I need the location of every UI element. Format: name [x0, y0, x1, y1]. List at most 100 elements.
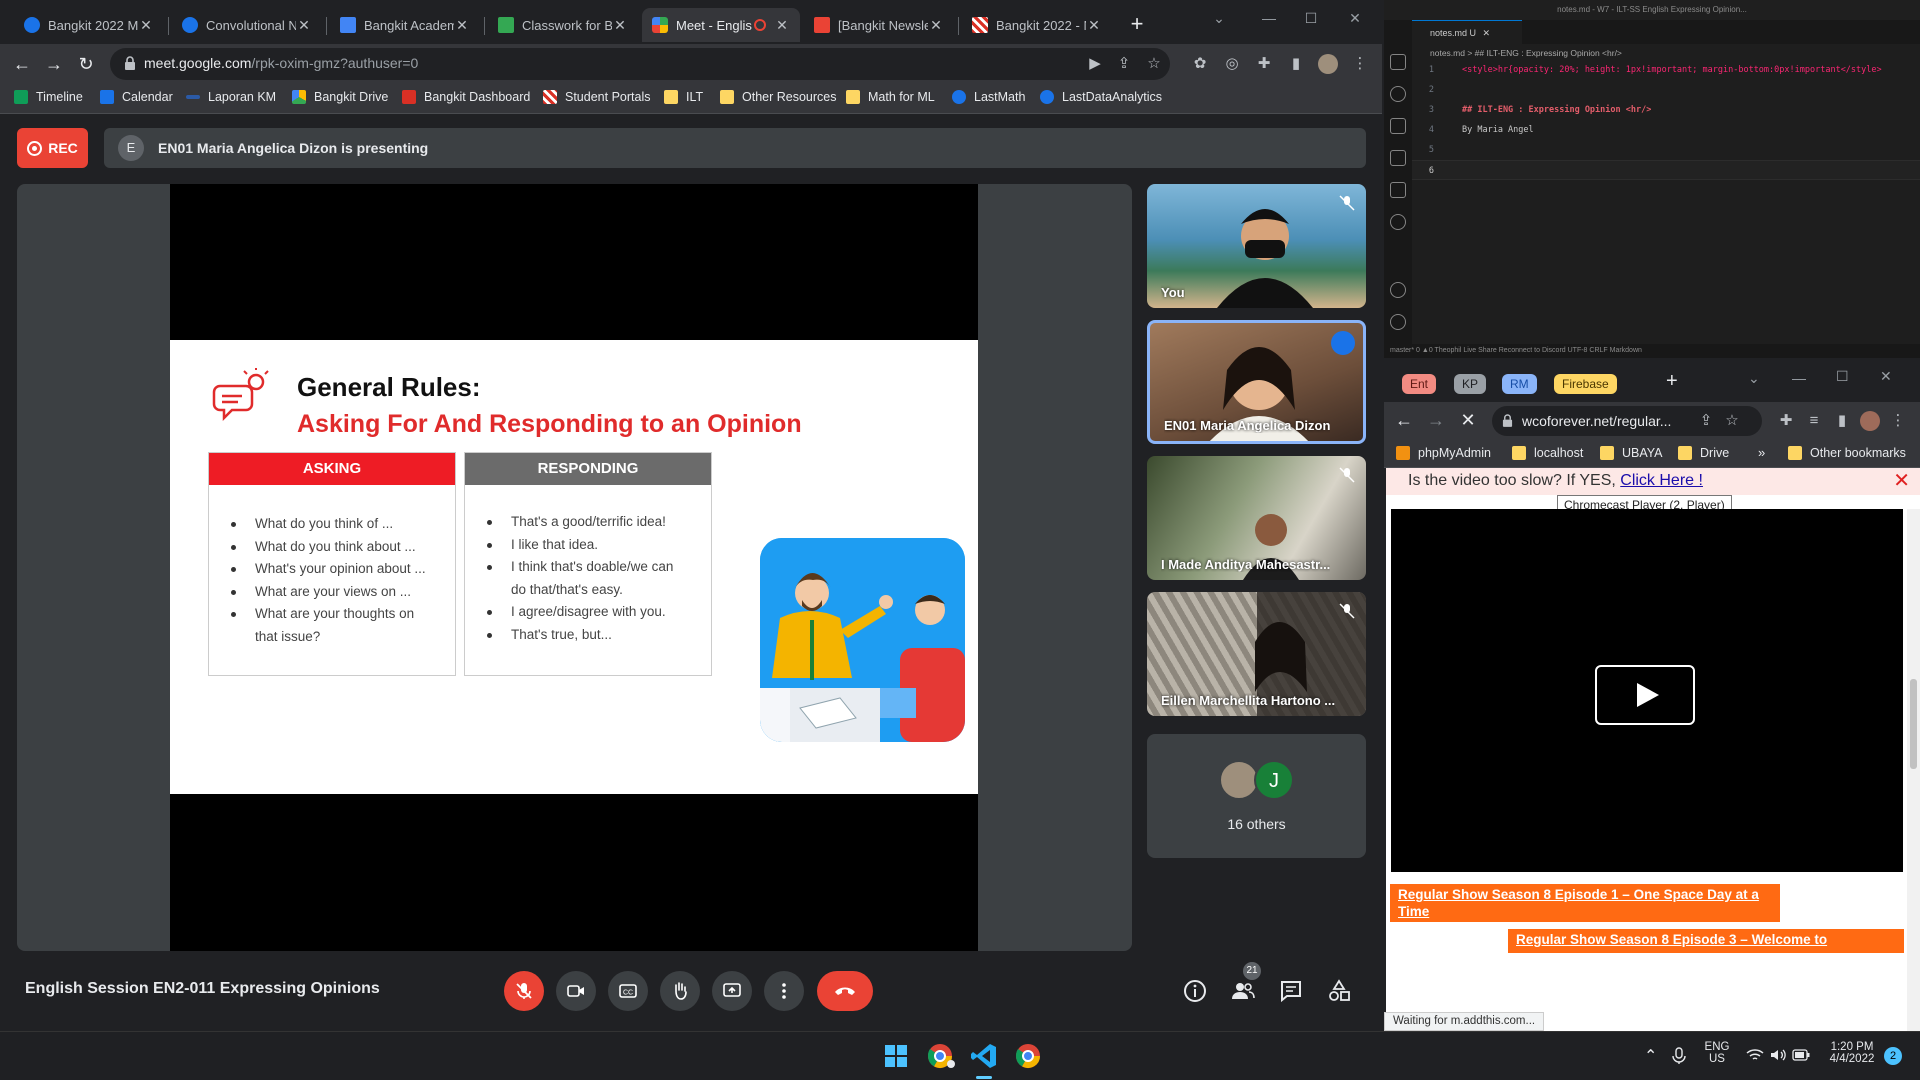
- maximize-button[interactable]: ☐: [1296, 6, 1326, 30]
- search-icon[interactable]: [1390, 86, 1406, 102]
- bookmark-star-icon[interactable]: ☆: [1144, 54, 1164, 74]
- bookmark-star-icon[interactable]: ☆: [1722, 411, 1742, 431]
- bookmark-item[interactable]: Timeline: [14, 90, 83, 104]
- bookmark-folder[interactable]: Other bookmarks: [1788, 446, 1906, 460]
- bookmark-item[interactable]: Student Portals: [543, 90, 650, 104]
- close-window-button[interactable]: ✕: [1340, 6, 1370, 30]
- camera-toggle-button[interactable]: [556, 971, 596, 1011]
- browser-tab-active[interactable]: Meet - Englis ✕: [642, 8, 800, 42]
- bookmark-folder[interactable]: localhost: [1512, 446, 1583, 460]
- tab-search-icon[interactable]: ⌄: [1204, 6, 1234, 30]
- profile-avatar[interactable]: [1318, 54, 1338, 74]
- forward-button[interactable]: →: [42, 52, 66, 76]
- participant-tile-speaking[interactable]: EN01 Maria Angelica Dizon: [1147, 320, 1366, 444]
- page-scrollbar[interactable]: [1907, 509, 1920, 1031]
- bookmark-item[interactable]: LastMath: [952, 90, 1025, 104]
- vscode-icon[interactable]: [968, 1040, 1000, 1072]
- activities-icon[interactable]: [1326, 978, 1352, 1004]
- captions-button[interactable]: CC: [608, 971, 648, 1011]
- end-call-button[interactable]: [817, 971, 873, 1011]
- back-button[interactable]: ←: [1392, 408, 1416, 432]
- bookmark-folder[interactable]: Math for ML: [846, 90, 935, 104]
- tab-group-chip[interactable]: KP: [1454, 374, 1487, 394]
- close-tab-icon[interactable]: ✕: [138, 17, 154, 34]
- bookmark-folder[interactable]: Drive: [1678, 446, 1729, 460]
- minimize-button[interactable]: —: [1254, 6, 1284, 30]
- side-panel-icon[interactable]: ▮: [1286, 54, 1306, 74]
- tab-group-chip[interactable]: Ent: [1402, 374, 1437, 394]
- code-line[interactable]: 4 By Maria Angel: [1412, 120, 1920, 140]
- forward-button[interactable]: →: [1424, 408, 1448, 432]
- minimize-button[interactable]: —: [1792, 370, 1806, 386]
- chrome-icon[interactable]: [924, 1040, 956, 1072]
- code-line[interactable]: 2: [1412, 80, 1920, 100]
- address-bar[interactable]: meet.google.com/rpk-oxim-gmz?authuser=0 …: [110, 48, 1170, 80]
- raise-hand-button[interactable]: [660, 971, 700, 1011]
- people-icon[interactable]: [1230, 978, 1256, 1004]
- side-panel-icon[interactable]: ▮: [1832, 411, 1852, 431]
- extension-icon[interactable]: ◎: [1222, 54, 1242, 74]
- settings-gear-icon[interactable]: [1390, 314, 1406, 330]
- share-icon[interactable]: ⇪: [1696, 411, 1716, 431]
- media-control-icon[interactable]: ≡: [1804, 411, 1824, 431]
- account-icon[interactable]: [1390, 282, 1406, 298]
- code-line[interactable]: 3 ## ILT-ENG : Expressing Opinion <hr/>: [1412, 100, 1920, 120]
- close-tab-icon[interactable]: ✕: [774, 17, 790, 34]
- scrollbar-thumb[interactable]: [1910, 679, 1917, 769]
- present-screen-button[interactable]: [712, 971, 752, 1011]
- tab-group-chip[interactable]: RM: [1502, 374, 1537, 394]
- windows-start-icon[interactable]: [880, 1040, 912, 1072]
- video-player[interactable]: [1391, 509, 1903, 872]
- extensions-puzzle-icon[interactable]: ✚: [1776, 411, 1796, 431]
- bookmark-folder[interactable]: Other Resources: [720, 90, 836, 104]
- browser-tab[interactable]: Bangkit Academy ✕: [330, 8, 480, 42]
- extensions-puzzle-icon[interactable]: ✚: [1254, 54, 1274, 74]
- wifi-icon[interactable]: [1746, 1048, 1764, 1062]
- bookmark-item[interactable]: phpMyAdmin: [1396, 446, 1491, 460]
- browser-tab[interactable]: Classwork for Ba ✕: [488, 8, 638, 42]
- reload-button[interactable]: ↻: [74, 52, 98, 76]
- battery-icon[interactable]: [1792, 1049, 1810, 1061]
- editor-tab[interactable]: notes.md U ✕: [1412, 20, 1522, 44]
- new-tab-button[interactable]: +: [1666, 370, 1678, 393]
- language-indicator[interactable]: ENG US: [1702, 1041, 1732, 1065]
- camera-icon[interactable]: ▶: [1085, 54, 1105, 74]
- participant-tile[interactable]: You: [1147, 184, 1366, 308]
- close-tab-icon[interactable]: ✕: [928, 17, 944, 34]
- browser-tab[interactable]: Convolutional Ne ✕: [172, 8, 322, 42]
- play-button[interactable]: [1595, 665, 1695, 725]
- close-tab-icon[interactable]: ✕: [1086, 17, 1102, 34]
- maximize-button[interactable]: ☐: [1836, 368, 1849, 385]
- code-line-current[interactable]: 6: [1412, 160, 1920, 180]
- browser-tab[interactable]: Bangkit 2022 Ma ✕: [14, 8, 164, 42]
- menu-kebab-icon[interactable]: ⋮: [1350, 54, 1370, 74]
- share-icon[interactable]: ⇪: [1114, 54, 1134, 74]
- close-tab-icon[interactable]: ✕: [296, 17, 312, 34]
- code-line[interactable]: 5: [1412, 140, 1920, 160]
- stop-loading-button[interactable]: ✕: [1456, 408, 1480, 432]
- tab-group-chip[interactable]: Firebase: [1554, 374, 1617, 394]
- others-tile[interactable]: J 16 others: [1147, 734, 1366, 858]
- meeting-details-icon[interactable]: [1182, 978, 1208, 1004]
- participant-tile[interactable]: Eillen Marchellita Hartono ...: [1147, 592, 1366, 716]
- chrome-icon[interactable]: [1012, 1040, 1044, 1072]
- vscode-status-bar[interactable]: master* 0 ▲0 Theophil Live Share Reconne…: [1384, 344, 1920, 358]
- live-share-icon[interactable]: [1390, 214, 1406, 230]
- more-bookmarks-icon[interactable]: »: [1758, 445, 1765, 460]
- back-button[interactable]: ←: [10, 52, 34, 76]
- participant-tile[interactable]: I Made Anditya Mahesastr...: [1147, 456, 1366, 580]
- source-control-icon[interactable]: [1390, 118, 1406, 134]
- profile-avatar[interactable]: [1860, 411, 1880, 431]
- microphone-icon[interactable]: [1672, 1047, 1686, 1065]
- chat-icon[interactable]: [1278, 978, 1304, 1004]
- mic-toggle-button[interactable]: [504, 971, 544, 1011]
- browser-tab[interactable]: [Bangkit Newslett ✕: [804, 8, 954, 42]
- bookmark-item[interactable]: LastDataAnalytics: [1040, 90, 1162, 104]
- bookmark-item[interactable]: Bangkit Dashboard: [402, 90, 530, 104]
- close-notice-icon[interactable]: ✕: [1893, 468, 1910, 494]
- episode-link[interactable]: Regular Show Season 8 Episode 3 – Welcom…: [1508, 929, 1904, 953]
- extensions-icon[interactable]: [1390, 182, 1406, 198]
- bookmark-item[interactable]: Laporan KM: [186, 90, 276, 104]
- tray-expand-icon[interactable]: ⌃: [1644, 1046, 1657, 1066]
- bookmark-item[interactable]: Calendar: [100, 90, 173, 104]
